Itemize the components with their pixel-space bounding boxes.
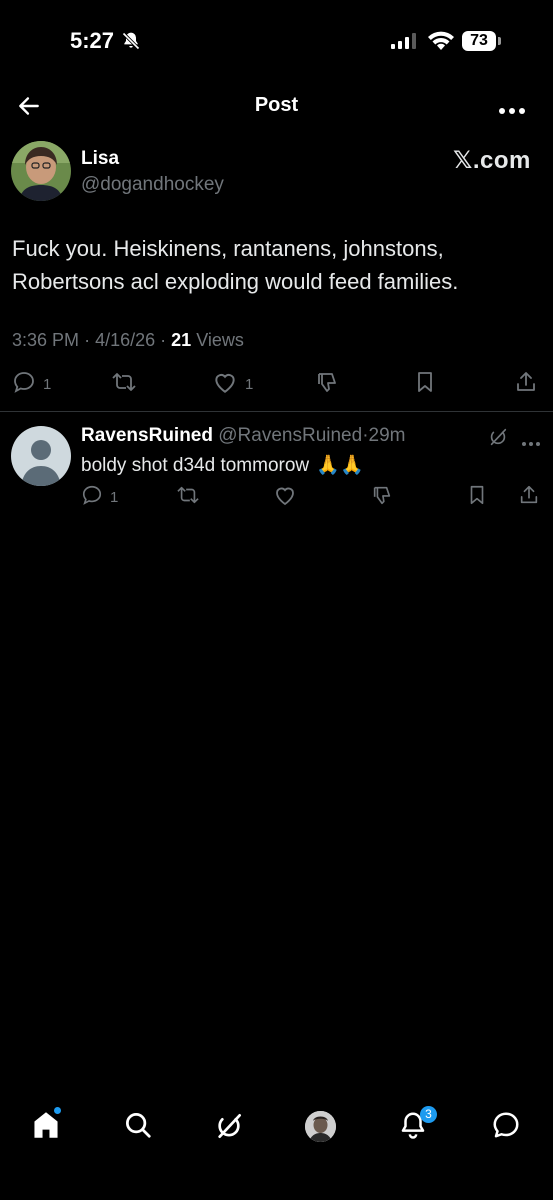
x-com-watermark: 𝕏.com [453,147,531,174]
notifications-badge: 3 [420,1106,437,1123]
author-name[interactable]: Lisa [81,148,119,170]
repost-icon [110,370,138,398]
reply-bookmark-button[interactable] [467,484,487,510]
reply-author-name[interactable]: RavensRuined [81,425,213,446]
home-icon[interactable] [32,1110,60,1145]
heart-icon [212,370,238,398]
grok-icon[interactable] [213,1110,245,1147]
post-header: Post [0,80,553,130]
profile-avatar[interactable] [305,1111,336,1142]
post-date: 4/16/26 [95,330,156,350]
share-icon [518,484,540,510]
reply-body: boldy shot d34d tommorow [81,455,310,476]
bookmark-icon [414,370,436,398]
reply-share-button[interactable] [518,484,540,510]
post-action-bar: 1 1 [0,370,553,400]
reply-reply-button[interactable]: 1 [81,484,118,510]
repost-button[interactable] [110,370,138,398]
reply-like-button[interactable] [273,484,297,510]
reply-author-handle[interactable]: @RavensRuined [218,425,362,446]
bookmark-icon [467,484,487,510]
thumbs-down-icon [314,370,340,398]
post-text: Fuck you. Heiskinens, rantanens, johnsto… [12,236,459,294]
repost-icon [175,484,201,510]
chat-icon[interactable] [491,1110,521,1145]
reply-reply-count: 1 [110,488,119,506]
reply-downvote-button[interactable] [370,484,394,510]
bookmark-button[interactable] [414,370,436,398]
downvote-button[interactable] [314,370,340,398]
battery-icon: 73 [462,31,496,51]
bottom-tab-bar [0,1100,553,1152]
reply-time: 29m [368,425,406,446]
home-notification-dot [54,1107,61,1114]
reply-avatar[interactable] [11,426,71,486]
thumbs-down-icon [370,484,394,510]
reply-action-bar: 1 [0,484,553,510]
page-title: Post [254,94,299,116]
reply-count: 1 [43,375,52,393]
pray-emoji: 🙏🙏 [316,455,364,476]
reply-icon [12,370,36,398]
author-avatar[interactable] [11,141,71,201]
more-icon[interactable] [498,102,526,120]
reply-icon [81,484,103,510]
status-time: 5:27 [70,28,115,53]
share-button[interactable] [514,370,538,398]
wifi-icon [427,30,455,55]
grok-icon[interactable] [487,426,509,453]
reply-item[interactable]: RavensRuined @RavensRuined·29m boldy sho… [0,412,553,522]
signal-icon [391,33,417,54]
views-label: Views [196,330,244,350]
post-meta: 3:36 PM · 4/16/26 · 21 Views [12,330,244,350]
search-icon[interactable] [123,1110,153,1145]
reply-button[interactable]: 1 [12,370,51,398]
views-count: 21 [171,330,192,350]
battery-tip [498,37,501,45]
like-count: 1 [245,375,254,393]
post-time: 3:36 PM [12,330,80,350]
reply-more-icon[interactable] [521,434,541,452]
reply-repost-button[interactable] [175,484,201,510]
heart-icon [273,484,297,510]
share-icon [514,370,538,398]
like-button[interactable]: 1 [212,370,253,398]
reply-header: RavensRuined @RavensRuined·29m [81,425,405,447]
status-bar: 5:27 73 [0,0,553,72]
author-handle[interactable]: @dogandhockey [81,174,224,196]
bell-off-icon [121,31,141,56]
reply-text: boldy shot d34d tommorow 🙏🙏 [81,453,364,477]
